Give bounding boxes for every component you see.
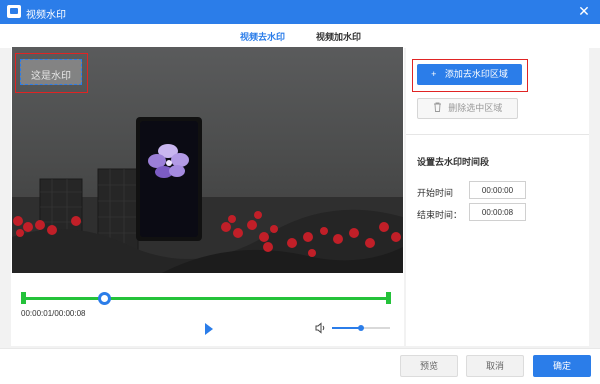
app-icon — [7, 5, 21, 18]
add-region-highlight: + 添加去水印区域 — [412, 59, 528, 92]
title-bar: 视频水印 ✕ — [0, 0, 600, 24]
start-time-label: 开始时间 — [417, 188, 454, 198]
delete-region-label: 删除选中区域 — [448, 103, 503, 113]
window-title: 视频水印 — [26, 10, 66, 21]
delete-region-button[interactable]: 删除选中区域 — [417, 98, 518, 119]
volume-fill — [332, 327, 361, 329]
watermark-highlight: 这是水印 — [15, 53, 88, 93]
timeline-start-handle[interactable] — [21, 292, 26, 304]
tab-remove-watermark[interactable]: 视频去水印 — [240, 30, 286, 49]
divider — [406, 134, 589, 135]
confirm-button[interactable]: 确定 — [533, 355, 591, 377]
timecode: 00:00:01/00:00:08 — [21, 309, 86, 318]
start-time-input[interactable] — [469, 181, 526, 199]
end-time-input[interactable] — [469, 203, 526, 221]
section-title: 设置去水印时间段 — [417, 157, 490, 167]
tab-add-watermark[interactable]: 视频加水印 — [316, 30, 361, 43]
trash-icon — [433, 102, 441, 112]
timeline-end-handle[interactable] — [386, 292, 391, 304]
add-region-label: 添加去水印区域 — [444, 69, 508, 79]
preview-button[interactable]: 预览 — [400, 355, 458, 377]
settings-panel: + 添加去水印区域 删除选中区域 设置去水印时间段 开始时间 结束时间： — [406, 46, 589, 346]
tab-bar: 视频去水印 视频加水印 — [0, 24, 600, 49]
footer: 预览 取消 确定 — [0, 348, 600, 384]
add-region-button[interactable]: + 添加去水印区域 — [417, 64, 522, 85]
play-icon[interactable] — [205, 323, 215, 335]
timeline[interactable] — [21, 292, 391, 305]
cancel-button[interactable]: 取消 — [466, 355, 524, 377]
volume-icon[interactable] — [315, 322, 327, 334]
volume-slider[interactable] — [332, 325, 390, 331]
plus-icon: + — [431, 69, 437, 79]
close-icon[interactable]: ✕ — [576, 3, 592, 19]
watermark-selection[interactable]: 这是水印 — [20, 59, 82, 85]
preview-panel: 这是水印 00:00:01/00:00:08 — [11, 46, 404, 346]
end-time-label: 结束时间： — [417, 210, 463, 220]
timeline-playhead[interactable] — [98, 292, 111, 305]
volume-knob[interactable] — [358, 325, 364, 331]
timeline-track — [23, 297, 389, 300]
watermark-text: 这是水印 — [31, 71, 71, 82]
video-preview: 这是水印 — [12, 47, 403, 273]
